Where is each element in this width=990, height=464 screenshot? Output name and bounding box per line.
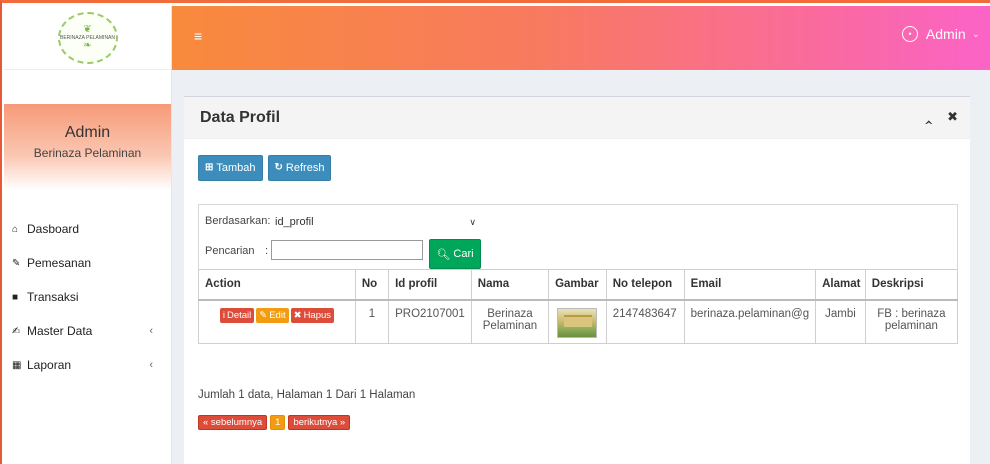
cell-nama: Berinaza Pelaminan	[470, 299, 550, 344]
close-icon[interactable]: ✖	[947, 109, 958, 124]
refresh-label: Refresh	[285, 162, 325, 174]
refresh-icon: ↻	[274, 162, 283, 173]
box-tools: ‸ ✖	[914, 109, 958, 125]
menu-toggle-icon[interactable]: ≡	[194, 28, 202, 44]
book-icon: ■	[12, 291, 19, 303]
sidebar-item-label: Laporan	[27, 358, 72, 372]
edit-label: Edit	[269, 309, 286, 321]
user-icon: •	[901, 26, 918, 42]
prev-page-button[interactable]: « sebelumnya	[198, 415, 268, 430]
sidebar-item-master-data[interactable]: ✍ Master Data ‹	[4, 314, 171, 348]
info-icon: i	[222, 309, 225, 321]
edit-button[interactable]: ✎ Edit	[256, 307, 289, 323]
chevron-down-icon: ∨	[469, 216, 476, 227]
hapus-label: Hapus	[303, 309, 332, 321]
sidebar: ❦ BERINAZA PELAMINAN ❧ Admin Berinaza Pe…	[4, 6, 172, 464]
edit-icon: ✎	[259, 309, 268, 321]
sidebar-menu: ⌂ Dasboard ✎ Pemesanan ■ Transaksi ✍ Mas…	[4, 212, 171, 382]
col-header[interactable]: No	[354, 269, 390, 301]
detail-button[interactable]: i Detail	[219, 307, 255, 323]
sidebar-item-label: Transaksi	[27, 290, 79, 304]
sidebar-item-pemesanan[interactable]: ✎ Pemesanan	[4, 246, 171, 280]
user-name: Admin	[64, 124, 111, 141]
page-number-button[interactable]: 1	[270, 415, 286, 430]
detail-label: Detail	[226, 309, 252, 321]
sidebar-item-laporan[interactable]: ▦ Laporan ‹	[4, 348, 171, 382]
chevron-down-icon: ⌄	[971, 28, 980, 40]
action-bar: ⊞ Tambah ↻ Refresh	[198, 155, 332, 181]
col-header[interactable]: No telepon	[605, 269, 685, 301]
pencil-icon: ✎	[12, 257, 21, 269]
col-header[interactable]: Alamat	[815, 269, 866, 301]
filter-panel: Berdasarkan: id_profil ∨ Pencarian : 🔍︎ …	[198, 204, 958, 270]
box-header: Data Profil	[184, 97, 970, 139]
user-panel: Admin Berinaza Pelaminan	[4, 104, 171, 190]
search-label: Pencarian	[205, 245, 255, 257]
cell-alamat: Jambi	[815, 299, 866, 344]
col-header[interactable]: Action	[198, 269, 356, 301]
table-summary: Jumlah 1 data, Halaman 1 Dari 1 Halaman	[198, 389, 416, 401]
chevron-left-icon: ‹	[149, 325, 153, 337]
content-area: Data Profil ‸ ✖ ⊞ Tambah ↻ Refresh Berda…	[172, 70, 990, 464]
col-header[interactable]: Id profil	[388, 269, 472, 301]
calendar-icon: ▦	[12, 359, 22, 371]
tambah-label: Tambah	[216, 162, 256, 174]
sidebar-item-label: Pemesanan	[27, 256, 92, 270]
refresh-button[interactable]: ↻ Refresh	[267, 155, 332, 181]
search-input[interactable]	[271, 240, 423, 260]
cari-button[interactable]: 🔍︎ Cari	[429, 239, 481, 269]
user-org: Berinaza Pelaminan	[33, 146, 142, 160]
filter-field-value: id_profil	[275, 216, 314, 228]
sidebar-item-label: Dasboard	[27, 222, 80, 236]
cell-action: i Detail ✎ Edit ✖ Hapus	[198, 299, 356, 344]
leaf-icon: ❦	[83, 23, 92, 35]
cell-no: 1	[354, 299, 390, 344]
search-icon: 🔍︎	[436, 248, 451, 261]
cell-gambar	[548, 299, 607, 344]
pagination: « sebelumnya 1 berikutnya »	[198, 415, 351, 430]
profile-box: Data Profil ‸ ✖ ⊞ Tambah ↻ Refresh Berda…	[184, 96, 970, 464]
sidebar-item-label: Master Data	[27, 324, 93, 338]
cell-id-profil: PRO2107001	[388, 299, 472, 344]
search-colon: :	[265, 245, 269, 257]
brand-logo: ❦ BERINAZA PELAMINAN ❧	[57, 11, 118, 64]
home-icon: ⌂	[12, 223, 19, 235]
col-header[interactable]: Nama	[470, 269, 550, 301]
top-navbar: ≡ • Admin ⌄	[172, 6, 990, 70]
profile-image-thumbnail[interactable]	[557, 307, 598, 338]
leaf-icon: ❧	[83, 39, 92, 51]
cari-label: Cari	[453, 248, 474, 260]
table-header-row: Action No Id profil Nama Gambar No telep…	[198, 269, 959, 301]
collapse-icon[interactable]: ‸	[924, 109, 934, 124]
app-frame: ❦ BERINAZA PELAMINAN ❧ Admin Berinaza Pe…	[0, 0, 990, 464]
col-header[interactable]: Gambar	[548, 269, 607, 301]
tambah-button[interactable]: ⊞ Tambah	[198, 155, 263, 181]
col-header[interactable]: Email	[683, 269, 817, 301]
close-icon: ✖	[293, 309, 302, 321]
sidebar-item-dasboard[interactable]: ⌂ Dasboard	[4, 212, 171, 246]
cell-email: berinaza.pelaminan@g	[683, 299, 817, 344]
edit-icon: ✍	[12, 325, 21, 337]
cell-no-telepon: 2147483647	[605, 299, 685, 344]
plus-square-icon: ⊞	[205, 162, 214, 173]
sidebar-item-transaksi[interactable]: ■ Transaksi	[4, 280, 171, 314]
filter-by-label: Berdasarkan:	[205, 215, 271, 227]
next-page-button[interactable]: berikutnya »	[288, 415, 351, 430]
hapus-button[interactable]: ✖ Hapus	[290, 307, 335, 323]
logo-area[interactable]: ❦ BERINAZA PELAMINAN ❧	[4, 6, 171, 70]
profile-table: Action No Id profil Nama Gambar No telep…	[198, 269, 959, 344]
filter-field-select[interactable]: id_profil ∨	[272, 211, 478, 233]
table-row: i Detail ✎ Edit ✖ Hapus 1 PRO2107001 Ber…	[198, 299, 959, 344]
user-menu-dropdown[interactable]: • Admin ⌄	[901, 26, 980, 42]
chevron-left-icon: ‹	[149, 359, 153, 371]
cell-deskripsi: FB : berinaza pelaminan	[864, 299, 959, 344]
page-title: Data Profil	[200, 108, 281, 126]
user-menu-label: Admin	[925, 26, 966, 42]
col-header[interactable]: Deskripsi	[864, 269, 959, 301]
